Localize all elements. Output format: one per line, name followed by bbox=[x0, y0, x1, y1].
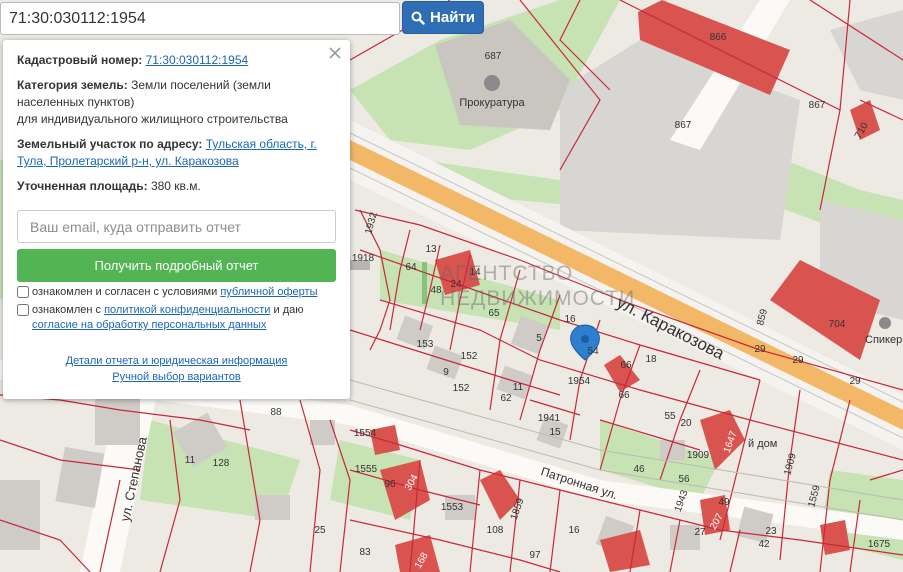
address-label: Земельный участок по адресу: bbox=[17, 137, 203, 151]
parcel-label: 20 bbox=[680, 418, 692, 429]
parcel-label: 15 bbox=[549, 427, 561, 438]
public-offer-link[interactable]: публичной оферты bbox=[220, 286, 317, 298]
parcel-label: 29 bbox=[754, 344, 766, 355]
land-category-row: Категория земель: Земли поселений (земли… bbox=[17, 77, 336, 128]
parcel-label: 65 bbox=[488, 308, 500, 319]
parcel-label: 9 bbox=[443, 367, 449, 378]
parcel-label: 29 bbox=[849, 376, 861, 387]
parcel-label: 16 bbox=[564, 314, 576, 325]
close-icon[interactable] bbox=[328, 46, 342, 60]
parcel-label: 27 bbox=[694, 527, 706, 538]
get-report-button[interactable]: Получить подробный отчет bbox=[17, 249, 336, 282]
parcel-label: 5 bbox=[536, 333, 542, 344]
parcel-label: 867 bbox=[809, 100, 826, 111]
parcel-label: 1553 bbox=[441, 502, 464, 513]
parcel-label: 704 bbox=[829, 319, 846, 330]
search-button-label: Найти bbox=[430, 9, 475, 26]
parcel-label: 11 bbox=[185, 455, 196, 466]
parcel-label: 54 bbox=[587, 346, 599, 357]
land-category-text: населенных пунктов) bbox=[17, 95, 135, 109]
privacy-consent-checkbox-row: ознакомлен с политикой конфиденциальност… bbox=[17, 303, 336, 333]
parcel-label: 128 bbox=[213, 458, 230, 469]
parcel-label: 866 bbox=[710, 32, 727, 43]
parcel-label: 56 bbox=[678, 474, 690, 485]
cadastral-number-row: Кадастровый номер: 71:30:030112:1954 bbox=[17, 52, 336, 69]
parcel-label: 13 bbox=[425, 244, 437, 255]
parcel-label: 83 bbox=[359, 547, 371, 558]
area-row: Уточненная площадь: 380 кв.м. bbox=[17, 178, 336, 195]
parcel-label: 25 bbox=[314, 525, 326, 536]
address-row: Земельный участок по адресу: Тульская об… bbox=[17, 136, 336, 170]
parcel-label: 14 bbox=[469, 267, 481, 278]
poi-icon bbox=[484, 75, 500, 91]
parcel-label: 687 bbox=[485, 51, 502, 62]
parcel-info-panel: Кадастровый номер: 71:30:030112:1954 Кат… bbox=[3, 40, 350, 399]
parcel-label: 42 bbox=[758, 539, 770, 550]
poi-icon bbox=[879, 317, 891, 329]
parcel-label: 1909 bbox=[687, 450, 710, 461]
land-category-text: Земли поселений (земли bbox=[131, 78, 271, 92]
parcel-label: 66 bbox=[618, 390, 630, 401]
search-bar bbox=[0, 2, 400, 35]
parcel-label: 64 bbox=[405, 262, 417, 273]
offer-consent-checkbox-row: ознакомлен и согласен с условиями публич… bbox=[17, 285, 336, 300]
parcel-label: 867 bbox=[675, 120, 692, 131]
privacy-consent-text: и даю bbox=[270, 304, 304, 316]
email-field[interactable] bbox=[17, 210, 336, 243]
privacy-consent-checkbox[interactable] bbox=[17, 304, 29, 316]
parcel-label: 1554 bbox=[354, 428, 377, 439]
poi-label: Прокуратура bbox=[459, 97, 525, 109]
parcel-label: 29 bbox=[792, 355, 804, 366]
poi-label: Спикер bbox=[865, 334, 902, 346]
parcel-label: 152 bbox=[461, 351, 478, 362]
parcel-label: 62 bbox=[500, 393, 512, 404]
parcel-label: 1675 bbox=[868, 539, 891, 550]
search-icon bbox=[411, 11, 425, 25]
parcel-label: 23 bbox=[765, 526, 777, 537]
area-value: 380 кв.м. bbox=[150, 179, 201, 193]
address-link[interactable]: Тульская область, г. bbox=[206, 137, 317, 151]
search-button[interactable]: Найти bbox=[402, 1, 484, 34]
parcel-label: 153 bbox=[417, 339, 434, 350]
parcel-label: 46 bbox=[633, 464, 645, 475]
poi-label-dom: й дом bbox=[748, 438, 777, 450]
land-category-label: Категория земель: bbox=[17, 78, 128, 92]
search-input[interactable] bbox=[0, 2, 400, 35]
data-processing-link[interactable]: согласие на обработку персональных данны… bbox=[32, 319, 266, 331]
parcel-label: 1941 bbox=[538, 413, 561, 424]
parcel-label: 55 bbox=[664, 411, 676, 422]
parcel-label: 1918 bbox=[352, 253, 375, 264]
parcel-label: 24 bbox=[450, 279, 462, 290]
land-category-text: для индивидуального жилищного строительс… bbox=[17, 112, 288, 126]
parcel-label: 152 bbox=[453, 383, 470, 394]
address-link[interactable]: Тула, Пролетарский р-н, ул. Каракозова bbox=[17, 154, 239, 168]
parcel-label: 88 bbox=[270, 407, 282, 418]
parcel-label: 96 bbox=[384, 479, 396, 490]
manual-selection-link[interactable]: Ручной выбор вариантов bbox=[17, 369, 336, 385]
cadastral-number-label: Кадастровый номер: bbox=[17, 53, 143, 67]
parcel-label: 16 bbox=[568, 525, 580, 536]
privacy-policy-link[interactable]: политикой конфиденциальности bbox=[104, 304, 270, 316]
cadastral-number-link[interactable]: 71:30:030112:1954 bbox=[146, 53, 249, 67]
parcel-label: 11 bbox=[513, 382, 524, 393]
panel-links: Детали отчета и юридическая информация Р… bbox=[17, 353, 336, 385]
parcel-label: 18 bbox=[645, 354, 657, 365]
report-details-link[interactable]: Детали отчета и юридическая информация bbox=[17, 353, 336, 369]
offer-consent-checkbox[interactable] bbox=[17, 286, 29, 298]
offer-consent-text: ознакомлен и согласен с условиями bbox=[32, 286, 221, 298]
parcel-label: 48 bbox=[430, 285, 442, 296]
parcel-label: 97 bbox=[529, 550, 541, 561]
area-label: Уточненная площадь: bbox=[17, 179, 148, 193]
parcel-label: 66 bbox=[620, 360, 632, 371]
parcel-label: 108 bbox=[487, 525, 504, 536]
parcel-label: 1555 bbox=[355, 464, 378, 475]
parcel-label: 49 bbox=[718, 497, 730, 508]
parcel-label: 1954 bbox=[568, 376, 591, 387]
privacy-consent-text: ознакомлен с bbox=[32, 304, 105, 316]
